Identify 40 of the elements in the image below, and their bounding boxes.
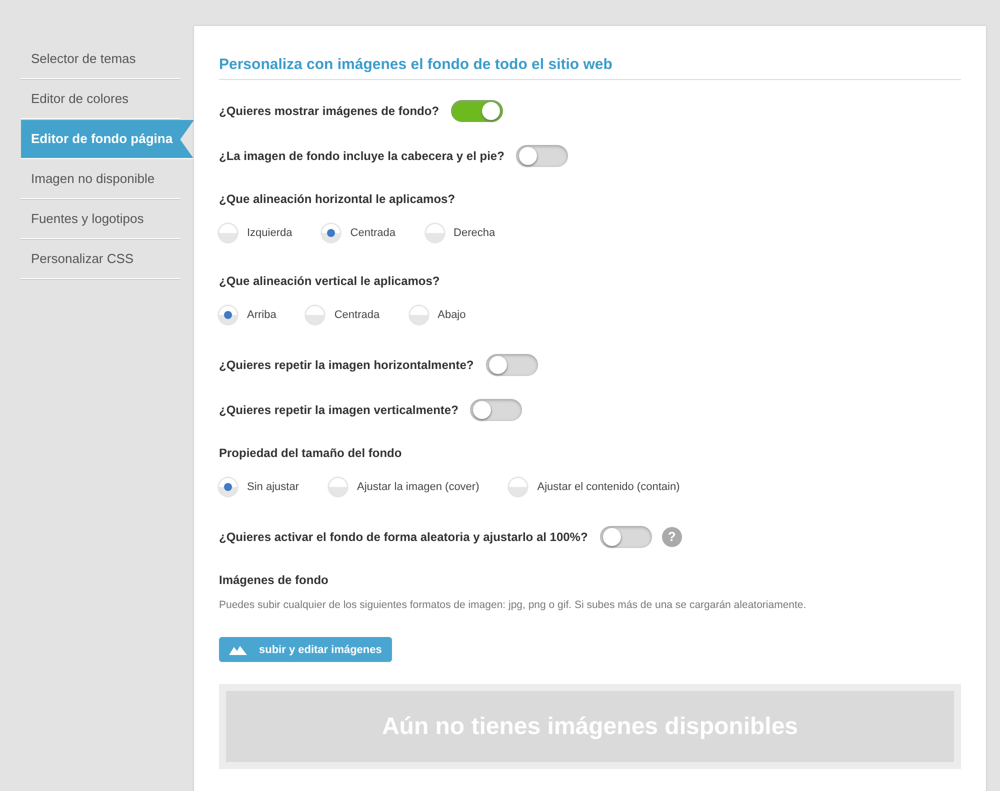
radio-button[interactable]: [322, 224, 340, 242]
sidebar-item[interactable]: Selector de temas: [21, 40, 180, 79]
toggle-switch[interactable]: [486, 354, 538, 376]
toggle-switch[interactable]: [470, 399, 522, 421]
radio-label[interactable]: Izquierda: [247, 227, 292, 239]
radio-button[interactable]: [328, 478, 347, 496]
question-label: ¿Que alineación vertical le aplicamos?: [219, 274, 440, 288]
sidebar-item[interactable]: Editor de colores: [21, 80, 180, 119]
question-label: ¿Que alineación horizontal le aplicamos?: [219, 192, 456, 206]
question-label: ¿Quieres activar el fondo de forma aleatoria y ajustarlo al 100%?: [219, 530, 588, 544]
sidebar-item[interactable]: Imagen no disponible: [21, 160, 180, 199]
sidebar-item[interactable]: Fuentes y logotipos: [21, 200, 180, 239]
radio-label[interactable]: Ajustar la imagen (cover): [356, 481, 480, 493]
radio-button[interactable]: [219, 306, 237, 324]
mountain-icon: [229, 644, 247, 654]
sidebar-item[interactable]: Personalizar CSS: [21, 240, 180, 279]
help-text: Puedes subir cualquier de los siguientes formatos de imagen: jpg, png o gif. Si subes más de una se cargarán aleatoriamente.: [219, 599, 808, 611]
radio-label[interactable]: Abajo: [438, 309, 466, 321]
question-label: ¿Quieres mostrar imágenes de fondo?: [219, 104, 440, 118]
radio-label[interactable]: Centrada: [350, 227, 396, 239]
radio-button[interactable]: [410, 306, 428, 324]
radio-label[interactable]: Arriba: [247, 309, 276, 321]
radio-label[interactable]: Centrada: [334, 309, 380, 321]
toggle-switch[interactable]: [451, 100, 504, 122]
radio-label[interactable]: Sin ajustar: [247, 481, 299, 493]
radio-button[interactable]: [509, 478, 528, 496]
section-heading: Imágenes de fondo: [219, 573, 328, 587]
question-label: ¿Quieres repetir la imagen verticalmente?: [219, 403, 458, 417]
radio-button[interactable]: [306, 306, 324, 324]
question-label: ¿Quieres repetir la imagen horizontalmente?: [219, 358, 474, 372]
radio-label[interactable]: Derecha: [454, 227, 496, 239]
radio-button[interactable]: [219, 478, 237, 496]
question-label: ¿La imagen de fondo incluye la cabecera y el pie?: [219, 149, 504, 163]
radio-button[interactable]: [219, 224, 237, 242]
radio-label[interactable]: Ajustar el contenido (contain): [537, 481, 680, 493]
toggle-switch[interactable]: [516, 145, 568, 167]
toggle-switch[interactable]: [600, 526, 652, 548]
radio-button[interactable]: [426, 224, 444, 242]
section-title: Personaliza con imágenes el fondo de todo el sitio web: [219, 56, 961, 80]
question-label: Propiedad del tamaño del fondo: [219, 446, 402, 460]
